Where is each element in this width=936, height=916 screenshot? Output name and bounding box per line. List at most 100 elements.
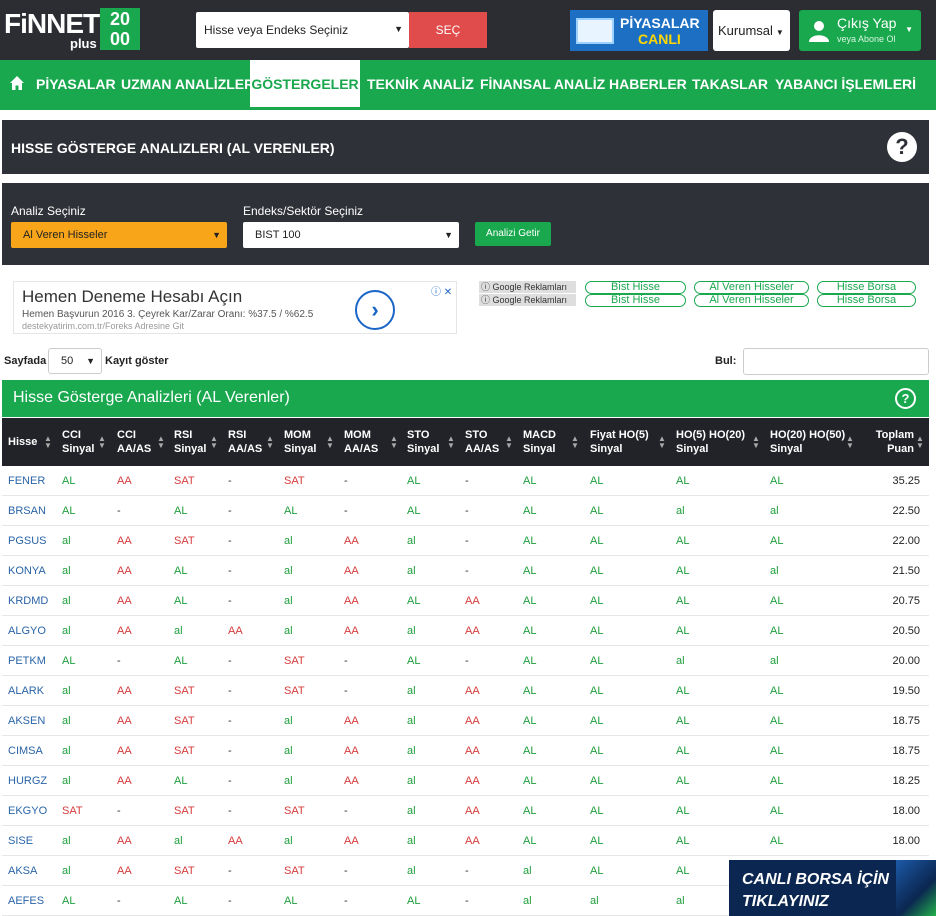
symbol-link[interactable]: ALGYO bbox=[8, 616, 58, 646]
live-markets-button[interactable]: PİYASALAR CANLI bbox=[570, 10, 708, 51]
signal-cell: AL bbox=[676, 835, 690, 847]
signal-cell: al bbox=[62, 715, 71, 727]
column-header-5[interactable]: MOM Sinyal ▲ ▼ bbox=[284, 418, 340, 466]
ad-headline[interactable]: Hemen Deneme Hesabı Açın bbox=[22, 287, 242, 307]
signal-cell: SAT bbox=[174, 805, 195, 817]
chevron-right-icon[interactable]: › bbox=[355, 290, 395, 330]
column-header-line2: Puan bbox=[887, 443, 914, 455]
symbol-link[interactable]: KONYA bbox=[8, 556, 58, 586]
banner-line2: TIKLAYINIZ bbox=[742, 893, 829, 910]
signal-cell: - bbox=[117, 505, 121, 517]
symbol-link[interactable]: CIMSA bbox=[8, 736, 58, 766]
column-header-11[interactable]: HO(5) HO(20) Sinyal ▲ ▼ bbox=[676, 418, 766, 466]
signal-cell: AA bbox=[465, 715, 480, 727]
table-row: PETKM AL - AL - SAT - AL - AL AL al al 20.00 bbox=[2, 646, 929, 676]
nav-item-teknik-analiz[interactable]: TEKNİK ANALİZ bbox=[367, 60, 474, 110]
column-header-7[interactable]: STO Sinyal ▲ ▼ bbox=[407, 418, 461, 466]
signal-cell: AL bbox=[590, 505, 604, 517]
signal-cell: AA bbox=[344, 745, 359, 757]
column-header-6[interactable]: MOM AA/AS ▲ ▼ bbox=[344, 418, 404, 466]
ad-chip-al-veren[interactable]: Al Veren Hisseler bbox=[694, 281, 809, 294]
symbol-link[interactable]: AKSA bbox=[8, 856, 58, 886]
nav-item-takaslar[interactable]: TAKASLAR bbox=[692, 60, 768, 110]
symbol-link[interactable]: EKGYO bbox=[8, 796, 58, 826]
symbol-link[interactable]: HURGZ bbox=[8, 766, 58, 796]
signal-cell: al bbox=[174, 835, 183, 847]
signal-cell: AA bbox=[465, 595, 480, 607]
home-icon[interactable] bbox=[9, 75, 25, 91]
column-header-4[interactable]: RSI AA/AS ▲ ▼ bbox=[228, 418, 280, 466]
signal-cell: AL bbox=[174, 895, 188, 907]
signal-cell: AL bbox=[676, 715, 690, 727]
signal-cell: - bbox=[465, 655, 469, 667]
nav-item-haberler[interactable]: HABERLER bbox=[609, 60, 687, 110]
symbol-search-select[interactable]: Hisse veya Endeks Seçiniz ▼ bbox=[196, 12, 409, 48]
select-button[interactable]: SEÇ bbox=[409, 12, 487, 48]
nav-item-piyasalar[interactable]: PİYASALAR bbox=[36, 60, 116, 110]
symbol-link[interactable]: KRDMD bbox=[8, 586, 58, 616]
signal-cell: - bbox=[228, 775, 232, 787]
total-score: 20.75 bbox=[892, 595, 920, 607]
signal-cell: AA bbox=[117, 715, 132, 727]
table-title-bar: Hisse Gösterge Analizleri (AL Verenler) … bbox=[2, 380, 929, 417]
page-size-select[interactable]: 50 ▼ bbox=[48, 348, 102, 374]
live-exchange-banner[interactable]: CANLI BORSA İÇİN TIKLAYINIZ bbox=[729, 860, 936, 916]
signal-cell: - bbox=[228, 595, 232, 607]
signal-cell: - bbox=[344, 895, 348, 907]
help-icon[interactable]: ? bbox=[887, 132, 917, 162]
ad-chip-hisse-borsa[interactable]: Hisse Borsa bbox=[817, 281, 916, 294]
symbol-link[interactable]: AKSEN bbox=[8, 706, 58, 736]
column-header-8[interactable]: STO AA/AS ▲ ▼ bbox=[465, 418, 519, 466]
column-header-10[interactable]: Fiyat HO(5) Sinyal ▲ ▼ bbox=[590, 418, 672, 466]
signal-cell: AL bbox=[523, 625, 537, 637]
logout-button[interactable]: Çıkış Yap veya Abone Ol ▼ bbox=[799, 10, 921, 51]
symbol-link[interactable]: SISE bbox=[8, 826, 58, 856]
column-header-9[interactable]: MACD Sinyal ▲ ▼ bbox=[523, 418, 585, 466]
table-search-input[interactable] bbox=[743, 348, 929, 375]
sort-icon: ▲ ▼ bbox=[752, 434, 760, 450]
caret-down-icon: ▼ bbox=[86, 356, 95, 366]
signal-cell: AL bbox=[590, 805, 604, 817]
signal-cell: AA bbox=[344, 835, 359, 847]
ad-chip-al-veren[interactable]: Al Veren Hisseler bbox=[694, 294, 809, 307]
help-icon[interactable]: ? bbox=[895, 388, 916, 409]
ad-close-icon[interactable]: ⓘ ✕ bbox=[431, 283, 452, 298]
signal-cell: AL bbox=[590, 655, 604, 667]
column-header-0[interactable]: Hisse ▲ ▼ bbox=[8, 418, 58, 466]
column-header-13[interactable]: Toplam Puan ▲ ▼ bbox=[842, 418, 926, 466]
signal-cell: al bbox=[62, 595, 71, 607]
logo-badge: 20 00 bbox=[100, 8, 140, 50]
finnet-logo[interactable]: FiNNET plus 20 00 bbox=[4, 8, 142, 52]
symbol-link[interactable]: BRSAN bbox=[8, 496, 58, 526]
google-ads-label[interactable]: ⓘ Google Reklamları bbox=[479, 294, 576, 306]
analysis-select[interactable]: Al Veren Hisseler ▼ bbox=[11, 222, 227, 248]
nav-item-finansal-analiz[interactable]: FİNANSAL ANALİZ bbox=[480, 60, 605, 110]
info-icon: ⓘ bbox=[481, 282, 493, 292]
signal-cell: - bbox=[228, 535, 232, 547]
signal-cell: al bbox=[284, 535, 293, 547]
signal-cell: AL bbox=[523, 535, 537, 547]
ad-chip-bist-hisse[interactable]: Bist Hisse bbox=[585, 294, 686, 307]
symbol-link[interactable]: FENER bbox=[8, 466, 58, 496]
nav-item-uzman-analizler[interactable]: UZMAN ANALİZLER bbox=[121, 60, 254, 110]
google-ads-label[interactable]: ⓘ Google Reklamları bbox=[479, 281, 576, 293]
signal-cell: AL bbox=[62, 505, 76, 517]
signal-cell: AA bbox=[465, 685, 480, 697]
symbol-link[interactable]: ALARK bbox=[8, 676, 58, 706]
ad-chip-bist-hisse[interactable]: Bist Hisse bbox=[585, 281, 686, 294]
signal-cell: AL bbox=[590, 535, 604, 547]
run-analysis-button[interactable]: Analizi Getir bbox=[475, 222, 551, 246]
nav-item-yabanci-islemleri[interactable]: YABANCI İŞLEMLERİ bbox=[775, 60, 916, 110]
signal-cell: al bbox=[284, 715, 293, 727]
symbol-link[interactable]: PETKM bbox=[8, 646, 58, 676]
column-header-2[interactable]: CCI AA/AS ▲ ▼ bbox=[117, 418, 171, 466]
index-select[interactable]: BIST 100 ▼ bbox=[243, 222, 459, 248]
nav-item-gostergeler[interactable]: GÖSTERGELER bbox=[250, 60, 360, 110]
symbol-link[interactable]: PGSUS bbox=[8, 526, 58, 556]
ad-chip-hisse-borsa[interactable]: Hisse Borsa bbox=[817, 294, 916, 307]
ad-banner[interactable]: Hemen Deneme Hesabı Açın Hemen Başvurun … bbox=[13, 281, 457, 334]
column-header-1[interactable]: CCI Sinyal ▲ ▼ bbox=[62, 418, 112, 466]
corporate-dropdown[interactable]: Kurumsal ▼ bbox=[713, 10, 790, 51]
column-header-3[interactable]: RSI Sinyal ▲ ▼ bbox=[174, 418, 224, 466]
symbol-link[interactable]: AEFES bbox=[8, 886, 58, 916]
